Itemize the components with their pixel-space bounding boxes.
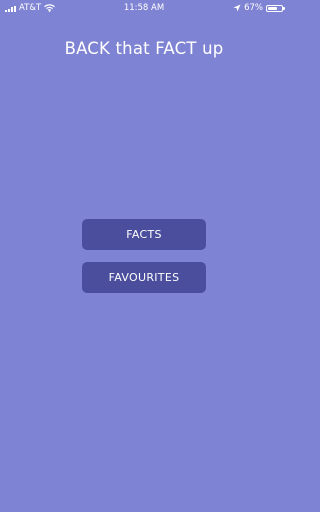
location-arrow-icon — [233, 4, 241, 12]
status-bar: AT&T 11:58 AM 67% — [0, 0, 288, 16]
facts-button[interactable]: FACTS — [82, 219, 206, 250]
battery-icon — [266, 4, 285, 12]
battery-fill — [268, 6, 277, 10]
battery-percent: 67% — [244, 3, 263, 13]
app-title: BACK that FACT up — [64, 39, 224, 58]
status-right: 67% — [233, 3, 285, 13]
favourites-button[interactable]: FAVOURITES — [82, 262, 206, 293]
battery-cap — [283, 7, 285, 10]
